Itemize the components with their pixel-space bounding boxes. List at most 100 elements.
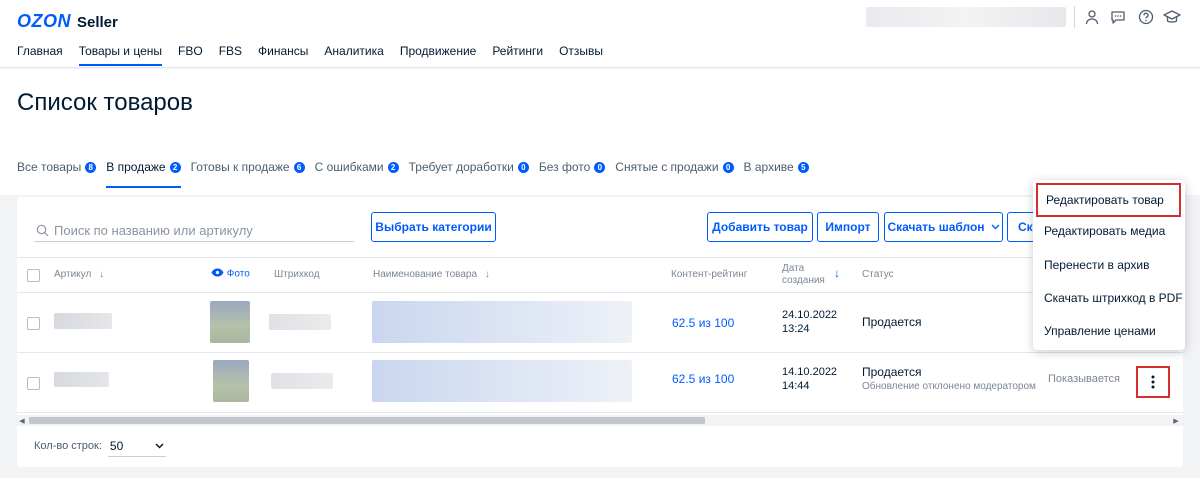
- tab-label: Готовы к продаже: [190, 160, 290, 174]
- col-article-label: Артикул: [54, 269, 92, 280]
- table-row[interactable]: 62.5 из 100 24.10.2022 13:24 Продается: [17, 293, 1183, 353]
- top-header: OZON Seller Главная Товары и цены FBO FB…: [0, 0, 1200, 68]
- col-photo[interactable]: Фото: [211, 268, 250, 280]
- tab-ready[interactable]: Готовы к продаже 6: [191, 159, 305, 193]
- user-icon[interactable]: [1082, 7, 1102, 27]
- count-badge: 6: [293, 162, 305, 173]
- tab-on-sale[interactable]: В продаже 2: [106, 159, 181, 193]
- rows-per-page-select[interactable]: 50: [107, 435, 166, 457]
- menu-item-edit-product[interactable]: Редактировать товар: [1036, 183, 1181, 217]
- rows-per-page-label: Кол-во строк:: [34, 440, 102, 452]
- help-icon[interactable]: [1136, 7, 1156, 27]
- nav-item-promotion[interactable]: Продвижение: [400, 44, 477, 68]
- page-title-area: Список товаров: [0, 69, 1200, 159]
- tab-removed[interactable]: Снятые с продажи 0: [615, 159, 734, 193]
- status-text: Продается: [862, 365, 922, 379]
- row-checkbox[interactable]: [27, 317, 40, 330]
- menu-item-download-barcode-pdf[interactable]: Скачать штрихкод в PDF: [1033, 281, 1185, 315]
- status-tabs: Все товары 8 В продаже 2 Готовы к продаже 6…: [17, 159, 819, 193]
- tab-errors[interactable]: С ошибками 2: [315, 159, 399, 193]
- nav-item-ratings[interactable]: Рейтинги: [492, 44, 543, 68]
- barcode-redacted: [269, 314, 331, 330]
- scroll-thumb[interactable]: [29, 417, 705, 424]
- ozon-seller-logo[interactable]: OZON Seller: [17, 11, 118, 32]
- tab-label: Без фото: [538, 160, 591, 174]
- count-badge: 5: [797, 162, 809, 173]
- col-barcode[interactable]: Штрихкод: [274, 269, 320, 280]
- select-all-checkbox[interactable]: [27, 269, 40, 282]
- count-badge: 8: [85, 162, 97, 173]
- table-footer: Кол-во строк: 50: [34, 435, 166, 457]
- tab-label: Требует доработки: [408, 160, 514, 174]
- download-template-button[interactable]: Скачать шаблон: [884, 212, 1003, 242]
- row-checkbox[interactable]: [27, 377, 40, 390]
- content-rating-value[interactable]: 62.5 из 100: [672, 372, 734, 386]
- chevron-down-icon: [155, 442, 164, 449]
- education-icon[interactable]: [1162, 7, 1182, 27]
- nav-item-fbs[interactable]: FBS: [219, 44, 242, 68]
- menu-item-edit-media[interactable]: Редактировать медиа: [1033, 214, 1185, 248]
- products-card: Выбрать категории Добавить товар Импорт …: [17, 197, 1183, 467]
- import-button[interactable]: Импорт: [817, 212, 879, 242]
- product-name-redacted[interactable]: [372, 301, 632, 343]
- status-note: Обновление отклонено модератором: [862, 381, 1036, 392]
- col-name[interactable]: Наименование товара ↓: [373, 269, 490, 280]
- add-product-button[interactable]: Добавить товар: [707, 212, 813, 242]
- product-name-redacted[interactable]: [372, 360, 632, 402]
- menu-item-price-management[interactable]: Управление ценами: [1033, 314, 1185, 348]
- barcode-redacted: [271, 373, 333, 389]
- row-more-actions-button[interactable]: [1136, 366, 1170, 398]
- tab-no-photo[interactable]: Без фото 0: [538, 159, 606, 193]
- more-vertical-icon: [1151, 375, 1155, 389]
- table-row[interactable]: 62.5 из 100 14.10.2022 14:44 Продается О…: [17, 353, 1183, 413]
- sort-arrow-icon: ↓: [99, 269, 105, 280]
- scroll-right-arrow-icon[interactable]: ▶: [1171, 415, 1181, 426]
- col-status[interactable]: Статус: [862, 269, 894, 280]
- search-box: [34, 220, 354, 242]
- content-rating-value[interactable]: 62.5 из 100: [672, 316, 734, 330]
- count-badge: 0: [722, 162, 734, 173]
- tab-label: С ошибками: [314, 160, 384, 174]
- nav-item-finance[interactable]: Финансы: [258, 44, 308, 68]
- article-redacted: [54, 313, 112, 329]
- row-actions-menu: Редактировать товар Редактировать медиа …: [1033, 180, 1185, 350]
- tab-label: Снятые с продажи: [615, 160, 719, 174]
- menu-item-move-to-archive[interactable]: Перенести в архив: [1033, 248, 1185, 282]
- product-photo[interactable]: [213, 360, 249, 402]
- col-created-line2: создания: [782, 275, 825, 286]
- table-header: Артикул ↓ Фото Штрихкод Наименование тов…: [17, 257, 1183, 293]
- nav-item-fbo[interactable]: FBO: [178, 44, 203, 68]
- horizontal-scrollbar[interactable]: ◀ ▶: [17, 415, 1183, 426]
- created-date: 24.10.2022: [782, 309, 838, 321]
- visibility-status: Показывается: [1048, 373, 1120, 385]
- tab-archive[interactable]: В архиве 5: [744, 159, 809, 193]
- sort-arrow-icon[interactable]: ↓: [834, 266, 840, 280]
- tab-needs-work[interactable]: Требует доработки 0: [409, 159, 529, 193]
- product-photo[interactable]: [210, 301, 250, 343]
- tab-label: В продаже: [106, 160, 166, 174]
- nav-item-products[interactable]: Товары и цены: [78, 44, 163, 68]
- count-badge: 2: [387, 162, 399, 173]
- page-title: Список товаров: [17, 89, 193, 116]
- tabs-area: Все товары 8 В продаже 2 Готовы к продаже 6…: [0, 159, 1200, 195]
- col-article[interactable]: Артикул ↓: [54, 269, 104, 280]
- nav-item-home[interactable]: Главная: [17, 44, 63, 68]
- tab-all[interactable]: Все товары 8: [17, 159, 97, 193]
- account-name-redacted[interactable]: [866, 7, 1066, 27]
- scroll-left-arrow-icon[interactable]: ◀: [17, 415, 27, 426]
- nav-item-analytics[interactable]: Аналитика: [324, 44, 383, 68]
- logo-brand: OZON: [17, 11, 71, 31]
- select-categories-button[interactable]: Выбрать категории: [371, 212, 496, 242]
- search-input[interactable]: [54, 223, 344, 238]
- tab-label: Все товары: [17, 160, 82, 174]
- article-redacted: [54, 372, 109, 387]
- col-created-line1: Дата: [782, 263, 805, 274]
- col-created[interactable]: Дата создания: [782, 263, 825, 287]
- created-time: 13:24: [782, 323, 810, 335]
- chat-icon[interactable]: [1108, 7, 1128, 27]
- status-text: Продается: [862, 315, 922, 329]
- eye-icon: [211, 268, 224, 280]
- created-time: 14:44: [782, 380, 810, 392]
- col-content-rating[interactable]: Контент-рейтинг: [671, 269, 747, 280]
- nav-item-reviews[interactable]: Отзывы: [559, 44, 603, 68]
